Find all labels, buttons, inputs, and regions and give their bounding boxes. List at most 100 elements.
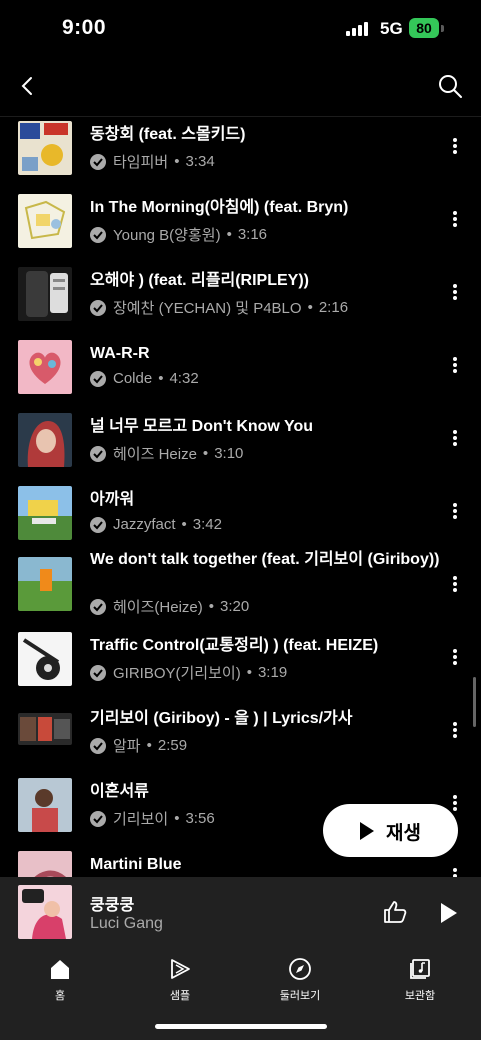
verified-icon (90, 226, 106, 243)
song-meta: 타임피버 • 3:34 (90, 151, 215, 172)
network-label: 5G (380, 19, 403, 38)
nav-explore[interactable]: 둘러보기 (255, 957, 345, 1003)
song-duration: 3:42 (192, 516, 222, 533)
song-artist: 헤이즈 Heize (113, 446, 197, 463)
more-options-icon[interactable] (446, 865, 464, 877)
verified-icon (90, 370, 106, 387)
song-row[interactable]: 기리보이 (Giriboy) - 을 ) | Lyrics/가사 알파 • 2:59 (0, 701, 481, 773)
back-icon[interactable] (14, 72, 42, 100)
verified-icon (90, 153, 106, 170)
song-artist: 헤이즈(Heize) (113, 599, 203, 616)
album-thumbnail (18, 121, 72, 175)
nav-home[interactable]: 홈 (15, 957, 105, 1003)
album-thumbnail (18, 194, 72, 248)
song-meta: Colde • 4:32 (90, 370, 199, 387)
song-duration: 2:59 (157, 737, 188, 754)
album-thumbnail (18, 340, 72, 394)
song-artist: Jazzyfact (113, 516, 176, 533)
song-row[interactable]: 오해야 ) (feat. 리플리(RIPLEY)) 장예찬 (YECHAN) 및… (0, 263, 481, 335)
verified-icon (90, 445, 106, 462)
album-thumbnail (18, 557, 72, 611)
library-icon (408, 957, 432, 981)
song-title: 널 너무 모르고 Don't Know You (90, 418, 314, 435)
song-artist: GIRIBOY(기리보이) (113, 665, 241, 682)
status-bar: 9:00 5G 80 (0, 0, 481, 58)
song-artist: Colde (113, 370, 153, 387)
verified-icon (90, 664, 106, 681)
song-title: 동창회 (feat. 스몰키드) (90, 126, 246, 143)
compass-icon (288, 957, 312, 981)
song-row[interactable]: 널 너무 모르고 Don't Know You 헤이즈 Heize • 3:10 (0, 409, 481, 481)
samples-icon (168, 957, 192, 981)
song-title: We don't talk together (feat. 기리보이 (Giri… (90, 551, 440, 568)
verified-icon (90, 299, 106, 316)
song-row[interactable]: Traffic Control(교통정리) ) (feat. HEIZE) GI… (0, 628, 481, 700)
nav-library-label: 보관함 (404, 990, 436, 1002)
nav-samples[interactable]: 샘플 (135, 957, 225, 1003)
search-icon[interactable] (436, 72, 464, 100)
song-row[interactable]: WA-R-R Colde • 4:32 (0, 336, 481, 408)
album-thumbnail (18, 778, 72, 832)
now-playing-title: 쿵쿵쿵 (90, 897, 135, 914)
song-meta: 알파 • 2:59 (90, 735, 187, 756)
more-options-icon[interactable] (446, 719, 464, 741)
song-artist: 타임피버 (113, 154, 169, 171)
battery-icon: 80 (409, 18, 439, 38)
song-row[interactable]: We don't talk together (feat. 기리보이 (Giri… (0, 551, 481, 629)
song-row[interactable]: 아까워 Jazzyfact • 3:42 (0, 482, 481, 554)
nav-home-label: 홈 (54, 990, 66, 1002)
more-options-icon[interactable] (446, 427, 464, 449)
nav-explore-label: 둘러보기 (279, 990, 321, 1002)
scrollbar[interactable] (473, 677, 476, 727)
song-title: WA-R-R (90, 345, 150, 362)
mini-player[interactable]: 쿵쿵쿵 Luci Gang (0, 877, 481, 947)
play-all-label: 재생 (386, 823, 421, 844)
nav-samples-label: 샘플 (169, 990, 191, 1002)
mini-play-icon[interactable] (441, 903, 457, 923)
more-options-icon[interactable] (446, 354, 464, 376)
video-thumbnail (18, 713, 72, 745)
song-title: 오해야 ) (feat. 리플리(RIPLEY)) (90, 272, 309, 289)
more-options-icon[interactable] (446, 500, 464, 522)
status-time: 9:00 (62, 16, 107, 39)
more-options-icon[interactable] (446, 135, 464, 157)
song-duration: 3:34 (185, 153, 215, 170)
play-all-button[interactable]: 재생 (323, 804, 458, 857)
verified-icon (90, 598, 106, 615)
play-icon (360, 822, 374, 840)
song-duration: 4:32 (169, 370, 199, 387)
song-duration: 3:16 (237, 226, 268, 243)
song-duration: 3:56 (185, 810, 215, 827)
top-bar (0, 58, 481, 117)
more-options-icon[interactable] (446, 281, 464, 303)
song-duration: 2:16 (318, 299, 349, 316)
song-artist: 기리보이 (113, 811, 169, 828)
album-thumbnail (18, 413, 72, 467)
song-title: 아까워 (90, 491, 135, 508)
home-icon (48, 957, 72, 981)
album-thumbnail (18, 486, 72, 540)
song-duration: 3:19 (257, 664, 288, 681)
song-title: Martini Blue (90, 856, 182, 873)
more-options-icon[interactable] (446, 208, 464, 230)
song-row[interactable]: 동창회 (feat. 스몰키드) 타임피버 • 3:34 (0, 117, 481, 189)
song-meta: 헤이즈 Heize • 3:10 (90, 443, 243, 464)
home-indicator (155, 1024, 327, 1029)
now-playing-artist: Luci Gang (90, 915, 163, 932)
song-meta: 기리보이 • 3:56 (90, 808, 215, 829)
album-thumbnail (18, 851, 72, 877)
verified-icon (90, 737, 106, 754)
song-duration: 3:10 (214, 445, 244, 462)
album-thumbnail (18, 632, 72, 686)
more-options-icon[interactable] (446, 573, 464, 595)
signal-icon (346, 22, 372, 36)
verified-icon (90, 516, 106, 533)
thumbs-up-icon[interactable] (382, 899, 408, 925)
song-title: 이혼서류 (90, 783, 149, 800)
nav-library[interactable]: 보관함 (375, 957, 465, 1003)
song-artist: 알파 (113, 738, 141, 755)
song-meta: 헤이즈(Heize) • 3:20 (90, 596, 249, 617)
more-options-icon[interactable] (446, 646, 464, 668)
now-playing-thumbnail (18, 885, 72, 939)
song-row[interactable]: In The Morning(아침에) (feat. Bryn) Young B… (0, 190, 481, 262)
